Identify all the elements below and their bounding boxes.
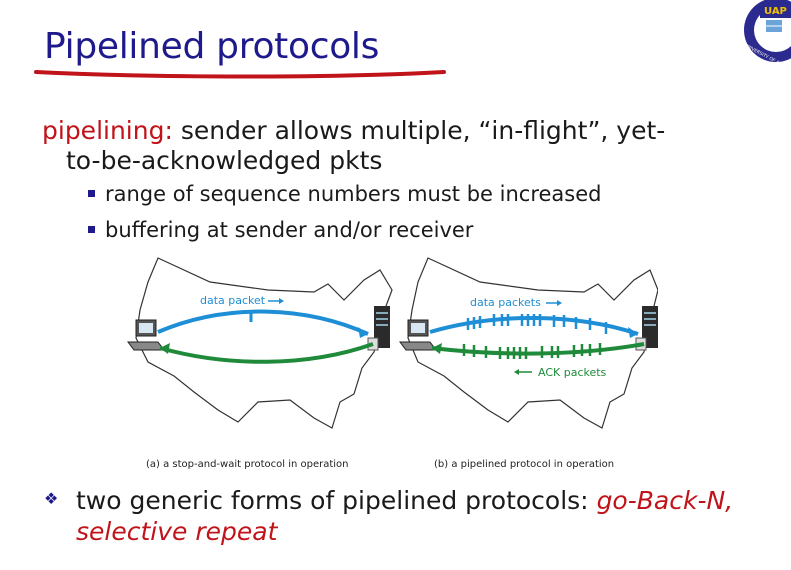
pipelined-forms: ❖ two generic forms of pipelined protocol… xyxy=(44,486,774,547)
bullet-icon xyxy=(88,225,95,233)
bullet-item: buffering at sender and/or receiver xyxy=(88,218,473,242)
logo-text: UAP xyxy=(764,6,787,17)
go-back-n-term: go-Back-N, xyxy=(596,486,734,515)
bullet-icon xyxy=(88,189,95,197)
bullet-item: range of sequence numbers must be increa… xyxy=(88,182,601,206)
title-underline xyxy=(34,70,446,79)
university-logo: UAP UNIVERSITY OF ASIA PACIFIC xyxy=(743,0,791,66)
us-map-left xyxy=(135,257,393,429)
bullet-text: buffering at sender and/or receiver xyxy=(105,218,474,242)
data-packet-label: data packet xyxy=(200,294,266,307)
pipelining-figure: data packet data packets ACK packets xyxy=(127,257,658,429)
pipelining-text: sender allows multiple, “in-flight”, yet… xyxy=(172,116,666,145)
sender-computer-icon xyxy=(127,319,165,351)
caption-b: (b) a pipelined protocol in operation xyxy=(434,459,615,470)
selective-repeat-term: selective repeat xyxy=(76,517,278,546)
pipelining-keyword: pipelining: xyxy=(42,116,173,145)
ack-packets-label: ACK packets xyxy=(538,366,607,379)
sender-computer-icon xyxy=(399,319,437,351)
diamond-bullet-icon: ❖ xyxy=(44,489,59,508)
caption-a: (a) a stop-and-wait protocol in operatio… xyxy=(146,459,349,470)
pipelining-definition: pipelining: sender allows multiple, “in-… xyxy=(42,116,732,176)
us-map-right xyxy=(407,257,658,429)
data-packets-label: data packets xyxy=(470,296,541,309)
data-packet-arrow xyxy=(157,309,369,336)
ack-arrow xyxy=(159,342,374,364)
slide-title: Pipelined protocols xyxy=(44,26,380,67)
bullet-text: range of sequence numbers must be increa… xyxy=(105,182,602,206)
final-text: two generic forms of pipelined protocols… xyxy=(76,486,597,515)
pipelining-text-continued: to-be-acknowledged pkts xyxy=(66,146,383,175)
